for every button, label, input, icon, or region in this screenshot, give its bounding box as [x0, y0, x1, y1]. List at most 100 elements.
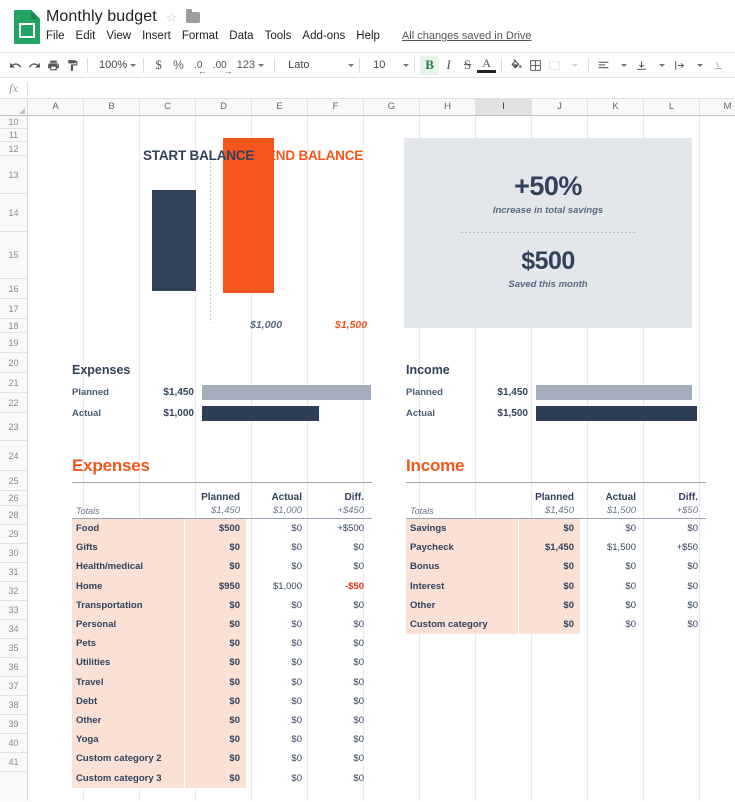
row-header-39[interactable]: 39: [0, 715, 27, 734]
select-all-corner[interactable]: [0, 99, 28, 115]
font-family-selector[interactable]: Lato: [280, 59, 355, 71]
menu-item-edit[interactable]: Edit: [76, 30, 96, 42]
folder-icon[interactable]: [186, 9, 201, 23]
row-header-17[interactable]: 17: [0, 299, 27, 319]
currency-format-button[interactable]: $: [149, 55, 168, 75]
menu-item-tools[interactable]: Tools: [265, 30, 292, 42]
merge-cells-icon[interactable]: [545, 55, 564, 75]
column-header-d[interactable]: D: [196, 99, 252, 115]
menu-item-data[interactable]: Data: [229, 30, 253, 42]
row-header-12[interactable]: 12: [0, 142, 27, 156]
italic-button[interactable]: I: [439, 55, 458, 75]
merge-cells-dropdown[interactable]: [564, 55, 583, 75]
table-row[interactable]: Home $950 $1,000 -$50: [72, 576, 372, 596]
decrease-decimal-button[interactable]: .0 ←: [189, 55, 208, 77]
sheet-canvas[interactable]: START BALANCE END BALANCE $1,000 $1,500 …: [28, 116, 735, 801]
row-header-40[interactable]: 40: [0, 734, 27, 753]
horizontal-align-dropdown[interactable]: [613, 55, 632, 75]
menu-item-insert[interactable]: Insert: [142, 30, 171, 42]
row-header-34[interactable]: 34: [0, 620, 27, 639]
table-row[interactable]: Transportation $0 $0 $0: [72, 595, 372, 615]
row-header-19[interactable]: 19: [0, 333, 27, 353]
text-rotation-icon[interactable]: [708, 55, 727, 75]
row-header-35[interactable]: 35: [0, 639, 27, 658]
row-header-29[interactable]: 29: [0, 525, 27, 544]
column-header-c[interactable]: C: [140, 99, 196, 115]
row-header-30[interactable]: 30: [0, 544, 27, 563]
bold-button[interactable]: B: [420, 55, 440, 75]
row-header-21[interactable]: 21: [0, 373, 27, 393]
column-header-j[interactable]: J: [532, 99, 588, 115]
row-header-14[interactable]: 14: [0, 194, 27, 232]
vertical-align-icon[interactable]: [632, 55, 651, 75]
column-header-f[interactable]: F: [308, 99, 364, 115]
column-header-a[interactable]: A: [28, 99, 84, 115]
row-header-26[interactable]: 26: [0, 491, 27, 506]
row-header-18[interactable]: 18: [0, 319, 27, 333]
menu-item-addons[interactable]: Add-ons: [302, 30, 345, 42]
more-formats-button[interactable]: 123: [232, 55, 269, 75]
table-row[interactable]: Yoga $0 $0 $0: [72, 730, 372, 750]
column-header-h[interactable]: H: [420, 99, 476, 115]
table-row[interactable]: Debt $0 $0 $0: [72, 691, 372, 711]
row-header-32[interactable]: 32: [0, 582, 27, 601]
percent-format-button[interactable]: %: [168, 55, 189, 75]
increase-decimal-button[interactable]: .00 →: [208, 55, 233, 77]
table-row[interactable]: Custom category 2 $0 $0 $0: [72, 749, 372, 769]
save-status[interactable]: All changes saved in Drive: [402, 30, 532, 42]
strikethrough-button[interactable]: S: [458, 55, 477, 75]
column-header-e[interactable]: E: [252, 99, 308, 115]
row-header-20[interactable]: 20: [0, 353, 27, 373]
row-header-41[interactable]: 41: [0, 753, 27, 772]
menu-item-help[interactable]: Help: [356, 30, 380, 42]
redo-icon[interactable]: [25, 55, 44, 75]
table-row[interactable]: Paycheck $1,450 $1,500 +$50: [406, 538, 706, 558]
column-header-k[interactable]: K: [588, 99, 644, 115]
row-header-15[interactable]: 15: [0, 232, 27, 279]
zoom-selector[interactable]: 100%: [93, 59, 138, 71]
print-icon[interactable]: [44, 55, 63, 75]
menu-item-file[interactable]: File: [46, 30, 65, 42]
table-row[interactable]: Bonus $0 $0 $0: [406, 557, 706, 577]
row-header-31[interactable]: 31: [0, 563, 27, 582]
table-row[interactable]: Food $500 $0 +$500: [72, 519, 372, 539]
borders-icon[interactable]: [526, 55, 545, 75]
row-header-24[interactable]: 24: [0, 441, 27, 471]
row-header-36[interactable]: 36: [0, 658, 27, 677]
table-row[interactable]: Savings $0 $0 $0: [406, 519, 706, 539]
row-header-28[interactable]: 28: [0, 506, 27, 525]
row-header-10[interactable]: 10: [0, 116, 27, 129]
table-row[interactable]: Health/medical $0 $0 $0: [72, 557, 372, 577]
row-header-25[interactable]: 25: [0, 471, 27, 491]
column-header-m[interactable]: M: [700, 99, 735, 115]
row-header-13[interactable]: 13: [0, 156, 27, 194]
font-size-selector[interactable]: 10: [365, 59, 410, 71]
fill-color-icon[interactable]: [507, 55, 526, 75]
table-row[interactable]: Utilities $0 $0 $0: [72, 653, 372, 673]
menu-item-format[interactable]: Format: [182, 30, 218, 42]
row-header-11[interactable]: 11: [0, 129, 27, 142]
table-row[interactable]: Personal $0 $0 $0: [72, 614, 372, 635]
table-row[interactable]: Pets $0 $0 $0: [72, 634, 372, 654]
row-header-16[interactable]: 16: [0, 279, 27, 299]
table-row[interactable]: Other $0 $0 $0: [72, 710, 372, 731]
paint-format-icon[interactable]: [63, 55, 82, 75]
balance-bar-chart[interactable]: START BALANCE END BALANCE $1,000 $1,500: [90, 138, 375, 333]
column-header-b[interactable]: B: [84, 99, 140, 115]
menu-item-view[interactable]: View: [106, 30, 131, 42]
text-wrap-icon[interactable]: [670, 55, 689, 75]
column-header-l[interactable]: L: [644, 99, 700, 115]
star-icon[interactable]: ☆: [166, 11, 178, 24]
column-header-i[interactable]: I: [476, 99, 532, 115]
row-header-38[interactable]: 38: [0, 696, 27, 715]
table-row[interactable]: Travel $0 $0 $0: [72, 672, 372, 692]
column-header-g[interactable]: G: [364, 99, 420, 115]
horizontal-align-icon[interactable]: [594, 55, 613, 75]
table-row[interactable]: Interest $0 $0 $0: [406, 576, 706, 596]
text-wrap-dropdown[interactable]: [689, 55, 708, 75]
table-row[interactable]: Gifts $0 $0 $0: [72, 538, 372, 558]
document-title[interactable]: Monthly budget: [46, 8, 157, 26]
table-row[interactable]: Custom category $0 $0 $0: [406, 614, 706, 635]
row-header-33[interactable]: 33: [0, 601, 27, 620]
table-row[interactable]: Custom category 3 $0 $0 $0: [72, 768, 372, 788]
